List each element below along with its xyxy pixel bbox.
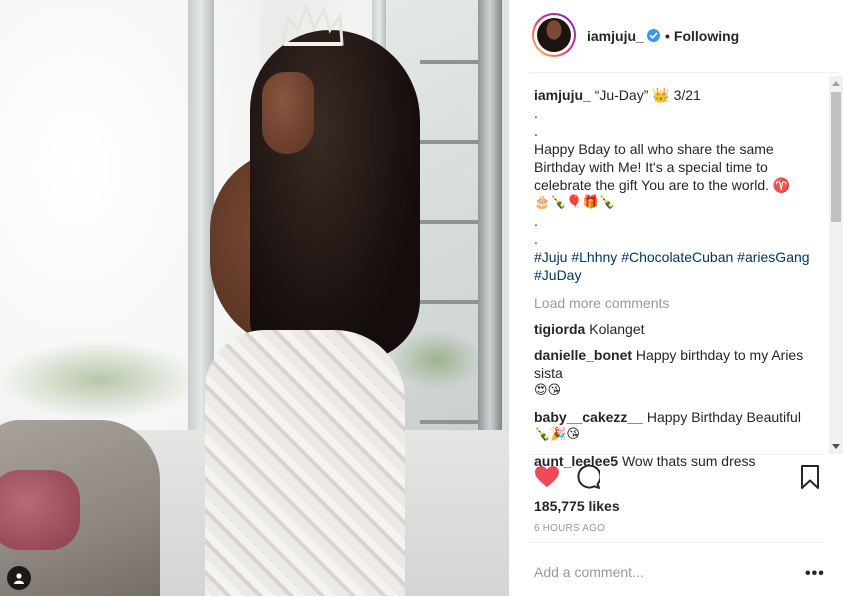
comment-item: baby__cakezz__ Happy Birthday Beautiful … <box>534 408 824 444</box>
separator-dot: • <box>665 28 670 44</box>
comment-username[interactable]: danielle_bonet <box>534 347 632 363</box>
door-shelf <box>420 300 478 304</box>
hashtag-list: #Juju #Lhhny #ChocolateCuban #ariesGang … <box>534 248 824 284</box>
caption-username[interactable]: iamjuju_ <box>534 87 591 103</box>
comment-item: danielle_bonet Happy birthday to my Arie… <box>534 346 824 400</box>
comment-text: Kolanget <box>589 321 645 337</box>
crown-icon <box>281 1 344 46</box>
verified-badge-icon <box>647 29 660 42</box>
caption-dot: . <box>534 123 538 139</box>
scrollbar-thumb[interactable] <box>831 92 841 222</box>
scroll-down-arrow-icon[interactable] <box>832 444 840 449</box>
comment-text: Happy Birthday Beautiful <box>646 409 801 425</box>
post-photo[interactable] <box>0 0 509 596</box>
caption-emojis: 🎂🍾🎈🎁🍾 <box>534 195 615 210</box>
caption-dot: . <box>534 213 538 229</box>
caption-dot: . <box>534 231 538 247</box>
comment-icon[interactable] <box>576 465 600 489</box>
caption-line1: “Ju-Day” 👑 3/21 <box>594 87 701 103</box>
following-button[interactable]: • Following <box>665 28 739 44</box>
comment-input[interactable]: Add a comment... <box>534 564 644 580</box>
user-tag-icon[interactable] <box>7 566 31 590</box>
comments-list: iamjuju_ “Ju-Day” 👑 3/21 . . Happy Bday … <box>534 86 824 470</box>
hashtag-link[interactable]: #JuDay <box>534 267 581 283</box>
bookmark-icon[interactable] <box>800 465 820 489</box>
door-shelf <box>420 140 478 144</box>
username-link[interactable]: iamjuju_ <box>587 28 644 44</box>
door-shelf <box>420 60 478 64</box>
post-timestamp[interactable]: 6 HOURS AGO <box>534 523 605 534</box>
hashtag-link[interactable]: #ChocolateCuban <box>621 249 733 265</box>
load-more-comments-button[interactable]: Load more comments <box>534 294 824 312</box>
door-shelf <box>420 420 478 424</box>
comment-item: tigiorda Kolanget <box>534 320 824 338</box>
likes-count[interactable]: 185,775 likes <box>534 498 620 514</box>
scroll-up-arrow-icon[interactable] <box>832 81 840 86</box>
more-options-button[interactable]: ••• <box>805 565 825 583</box>
comment-username[interactable]: baby__cakezz__ <box>534 409 643 425</box>
action-bar <box>529 454 823 499</box>
post-header: iamjuju_ • Following <box>529 0 839 73</box>
hashtag-link[interactable]: #Lhhny <box>571 249 617 265</box>
background-foliage <box>0 340 200 420</box>
white-sequin-dress <box>205 330 405 596</box>
hashtag-link[interactable]: #ariesGang <box>737 249 809 265</box>
comment-emojis: 🍾🎉😘 <box>534 427 580 442</box>
avatar[interactable] <box>532 13 576 57</box>
person-face <box>262 72 314 154</box>
comments-scrollbar[interactable] <box>829 76 843 454</box>
pink-pillow <box>0 470 80 550</box>
caption-text: Happy Bday to all who share the same Bir… <box>534 141 791 193</box>
caption: iamjuju_ “Ju-Day” 👑 3/21 . . Happy Bday … <box>534 86 824 284</box>
comment-emojis: 😍😘 <box>534 383 562 398</box>
caption-dot: . <box>534 105 538 121</box>
hashtag-link[interactable]: #Juju <box>534 249 567 265</box>
post-sidebar: iamjuju_ • Following iamjuju_ “Ju-Day” 👑 … <box>509 0 843 596</box>
add-comment-bar: Add a comment... ••• <box>529 542 825 597</box>
comment-username[interactable]: tigiorda <box>534 321 585 337</box>
heart-icon[interactable] <box>534 465 560 489</box>
door-shelf <box>420 220 478 224</box>
follow-status-label: Following <box>673 28 740 44</box>
